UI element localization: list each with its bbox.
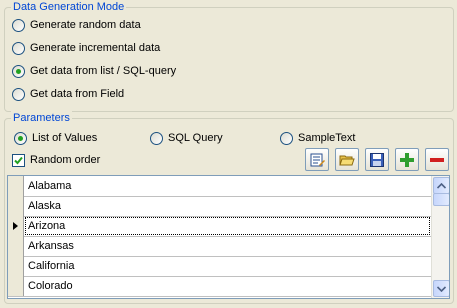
edit-list-button[interactable] bbox=[305, 148, 329, 171]
scroll-thumb[interactable] bbox=[433, 193, 449, 206]
row-indicator[interactable] bbox=[8, 216, 24, 236]
checkbox-checked-icon[interactable] bbox=[12, 153, 25, 167]
radio-sample-text-label: SampleText bbox=[298, 132, 356, 144]
table-row-current[interactable]: Arizona bbox=[8, 216, 431, 237]
random-order-checkbox[interactable]: Random order bbox=[12, 152, 100, 168]
scroll-up-button[interactable] bbox=[433, 177, 449, 194]
radio-get-data-from-list-label: Get data from list / SQL-query bbox=[30, 65, 177, 77]
radio-generate-random[interactable]: Generate random data bbox=[12, 17, 141, 33]
radio-button-icon[interactable] bbox=[12, 87, 25, 101]
values-grid[interactable]: Alabama Alaska Arizona Arkansas Californ… bbox=[7, 175, 450, 299]
table-row[interactable]: Alaska bbox=[8, 196, 431, 217]
radio-button-checked-icon[interactable] bbox=[14, 131, 27, 145]
add-button[interactable] bbox=[395, 148, 419, 171]
remove-icon bbox=[430, 157, 444, 162]
row-indicator[interactable] bbox=[8, 176, 24, 196]
table-row[interactable]: Arkansas bbox=[8, 236, 431, 257]
value-cell[interactable]: Arkansas bbox=[24, 236, 431, 256]
value-cell[interactable]: Arizona bbox=[24, 216, 431, 236]
table-row[interactable]: Alabama bbox=[8, 176, 431, 197]
value-cell[interactable]: Colorado bbox=[24, 276, 431, 296]
radio-generate-random-label: Generate random data bbox=[30, 19, 141, 31]
chevron-down-icon bbox=[437, 285, 446, 292]
radio-sql-query-label: SQL Query bbox=[168, 132, 223, 144]
radio-button-icon[interactable] bbox=[12, 18, 25, 32]
scroll-down-button[interactable] bbox=[433, 280, 449, 297]
save-icon bbox=[370, 152, 384, 167]
row-indicator[interactable] bbox=[8, 256, 24, 276]
open-button[interactable] bbox=[335, 148, 359, 171]
radio-button-icon[interactable] bbox=[12, 41, 25, 55]
edit-list-icon bbox=[310, 153, 325, 166]
random-order-label: Random order bbox=[30, 154, 101, 166]
parameters-title: Parameters bbox=[11, 111, 72, 125]
value-cell[interactable]: Alaska bbox=[24, 196, 431, 216]
radio-list-of-values[interactable]: List of Values bbox=[14, 130, 97, 146]
radio-generate-incremental-label: Generate incremental data bbox=[30, 42, 161, 54]
table-row[interactable]: Colorado bbox=[8, 276, 431, 297]
radio-get-data-from-field[interactable]: Get data from Field bbox=[12, 86, 124, 102]
add-icon bbox=[400, 152, 414, 167]
open-folder-icon bbox=[339, 155, 355, 165]
radio-button-checked-icon[interactable] bbox=[12, 64, 25, 78]
value-cell[interactable]: California bbox=[24, 256, 431, 276]
row-indicator[interactable] bbox=[8, 236, 24, 256]
remove-button[interactable] bbox=[425, 148, 449, 171]
radio-button-icon[interactable] bbox=[280, 131, 293, 145]
radio-button-icon[interactable] bbox=[150, 131, 163, 145]
data-generation-mode-title: Data Generation Mode bbox=[11, 0, 127, 14]
current-row-arrow-icon bbox=[13, 222, 18, 230]
radio-generate-incremental[interactable]: Generate incremental data bbox=[12, 40, 160, 56]
save-button[interactable] bbox=[365, 148, 389, 171]
radio-get-data-from-list[interactable]: Get data from list / SQL-query bbox=[12, 63, 176, 79]
row-indicator[interactable] bbox=[8, 276, 24, 296]
chevron-up-icon bbox=[437, 182, 446, 189]
radio-get-data-from-field-label: Get data from Field bbox=[30, 88, 125, 100]
radio-sample-text[interactable]: SampleText bbox=[280, 130, 355, 146]
radio-list-of-values-label: List of Values bbox=[32, 132, 98, 144]
vertical-scrollbar[interactable] bbox=[431, 176, 449, 298]
value-cell[interactable]: Alabama bbox=[24, 176, 431, 196]
radio-sql-query[interactable]: SQL Query bbox=[150, 130, 223, 146]
table-row[interactable]: California bbox=[8, 256, 431, 277]
row-indicator[interactable] bbox=[8, 196, 24, 216]
